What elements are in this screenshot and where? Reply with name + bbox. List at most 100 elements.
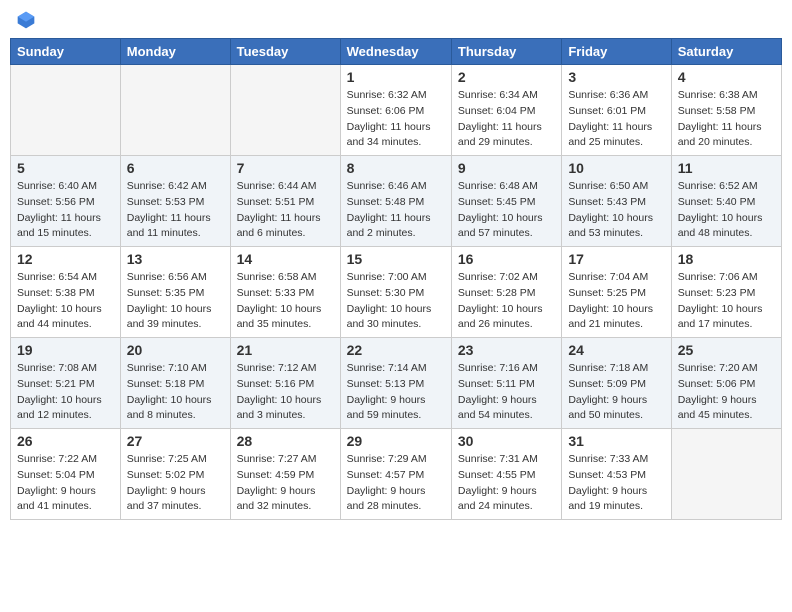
day-number: 28 [237,433,334,449]
day-number: 27 [127,433,224,449]
calendar-cell: 17 Sunrise: 7:04 AM Sunset: 5:25 PM Dayli… [562,247,671,338]
week-row-2: 5 Sunrise: 6:40 AM Sunset: 5:56 PM Daylig… [11,156,782,247]
calendar-cell: 14 Sunrise: 6:58 AM Sunset: 5:33 PM Dayli… [230,247,340,338]
page-header [10,10,782,30]
day-number: 3 [568,69,664,85]
day-info: Sunrise: 6:36 AM Sunset: 6:01 PM Dayligh… [568,88,664,151]
calendar-cell: 25 Sunrise: 7:20 AM Sunset: 5:06 PM Dayli… [671,338,781,429]
day-number: 7 [237,160,334,176]
calendar-cell: 9 Sunrise: 6:48 AM Sunset: 5:45 PM Daylig… [451,156,561,247]
calendar-cell: 31 Sunrise: 7:33 AM Sunset: 4:53 PM Dayli… [562,429,671,520]
calendar-cell: 19 Sunrise: 7:08 AM Sunset: 5:21 PM Dayli… [11,338,121,429]
day-number: 12 [17,251,114,267]
day-number: 14 [237,251,334,267]
calendar-cell: 16 Sunrise: 7:02 AM Sunset: 5:28 PM Dayli… [451,247,561,338]
day-info: Sunrise: 7:29 AM Sunset: 4:57 PM Dayligh… [347,452,445,515]
day-number: 19 [17,342,114,358]
day-number: 18 [678,251,775,267]
day-info: Sunrise: 7:08 AM Sunset: 5:21 PM Dayligh… [17,361,114,424]
day-number: 21 [237,342,334,358]
day-info: Sunrise: 6:48 AM Sunset: 5:45 PM Dayligh… [458,179,555,242]
day-number: 10 [568,160,664,176]
day-number: 1 [347,69,445,85]
calendar-cell: 4 Sunrise: 6:38 AM Sunset: 5:58 PM Daylig… [671,65,781,156]
week-row-5: 26Sunrise: 7:22 AM Sunset: 5:04 PM Dayli… [11,429,782,520]
calendar-cell: 30 Sunrise: 7:31 AM Sunset: 4:55 PM Dayli… [451,429,561,520]
day-number: 13 [127,251,224,267]
day-info: Sunrise: 6:42 AM Sunset: 5:53 PM Dayligh… [127,179,224,242]
calendar-cell: 13 Sunrise: 6:56 AM Sunset: 5:35 PM Dayli… [120,247,230,338]
day-info: Sunrise: 7:16 AM Sunset: 5:11 PM Dayligh… [458,361,555,424]
day-number: 11 [678,160,775,176]
header-wednesday: Wednesday [340,39,451,65]
day-info: Sunrise: 7:12 AM Sunset: 5:16 PM Dayligh… [237,361,334,424]
day-info: Sunrise: 7:04 AM Sunset: 5:25 PM Dayligh… [568,270,664,333]
day-info: Sunrise: 7:25 AM Sunset: 5:02 PM Dayligh… [127,452,224,515]
weekday-header-row: SundayMondayTuesdayWednesdayThursdayFrid… [11,39,782,65]
day-info: Sunrise: 7:33 AM Sunset: 4:53 PM Dayligh… [568,452,664,515]
day-info: Sunrise: 7:31 AM Sunset: 4:55 PM Dayligh… [458,452,555,515]
calendar-cell [671,429,781,520]
day-info: Sunrise: 6:34 AM Sunset: 6:04 PM Dayligh… [458,88,555,151]
day-number: 22 [347,342,445,358]
day-info: Sunrise: 6:54 AM Sunset: 5:38 PM Dayligh… [17,270,114,333]
day-info: Sunrise: 6:38 AM Sunset: 5:58 PM Dayligh… [678,88,775,151]
calendar-cell: 8 Sunrise: 6:46 AM Sunset: 5:48 PM Daylig… [340,156,451,247]
header-friday: Friday [562,39,671,65]
calendar-cell: 27 Sunrise: 7:25 AM Sunset: 5:02 PM Dayli… [120,429,230,520]
day-info: Sunrise: 6:58 AM Sunset: 5:33 PM Dayligh… [237,270,334,333]
day-info: Sunrise: 7:18 AM Sunset: 5:09 PM Dayligh… [568,361,664,424]
week-row-1: 1Sunrise: 6:32 AM Sunset: 6:06 PM Daylig… [11,65,782,156]
day-number: 4 [678,69,775,85]
day-number: 31 [568,433,664,449]
day-info: Sunrise: 6:44 AM Sunset: 5:51 PM Dayligh… [237,179,334,242]
header-tuesday: Tuesday [230,39,340,65]
week-row-4: 19 Sunrise: 7:08 AM Sunset: 5:21 PM Dayli… [11,338,782,429]
day-number: 20 [127,342,224,358]
day-number: 6 [127,160,224,176]
calendar-cell [120,65,230,156]
header-saturday: Saturday [671,39,781,65]
day-number: 30 [458,433,555,449]
calendar-cell: 5 Sunrise: 6:40 AM Sunset: 5:56 PM Daylig… [11,156,121,247]
day-number: 23 [458,342,555,358]
day-info: Sunrise: 7:27 AM Sunset: 4:59 PM Dayligh… [237,452,334,515]
day-number: 17 [568,251,664,267]
day-number: 26 [17,433,114,449]
day-number: 2 [458,69,555,85]
day-info: Sunrise: 7:20 AM Sunset: 5:06 PM Dayligh… [678,361,775,424]
day-info: Sunrise: 7:14 AM Sunset: 5:13 PM Dayligh… [347,361,445,424]
calendar-cell: 18Sunrise: 7:06 AM Sunset: 5:23 PM Dayli… [671,247,781,338]
day-info: Sunrise: 6:46 AM Sunset: 5:48 PM Dayligh… [347,179,445,242]
day-number: 16 [458,251,555,267]
logo [14,10,36,30]
calendar-cell: 15 Sunrise: 7:00 AM Sunset: 5:30 PM Dayli… [340,247,451,338]
day-info: Sunrise: 6:50 AM Sunset: 5:43 PM Dayligh… [568,179,664,242]
calendar-cell: 21 Sunrise: 7:12 AM Sunset: 5:16 PM Dayli… [230,338,340,429]
calendar-cell: 6 Sunrise: 6:42 AM Sunset: 5:53 PM Daylig… [120,156,230,247]
calendar-cell: 28 Sunrise: 7:27 AM Sunset: 4:59 PM Dayli… [230,429,340,520]
calendar-cell: 20Sunrise: 7:10 AM Sunset: 5:18 PM Dayli… [120,338,230,429]
day-info: Sunrise: 6:56 AM Sunset: 5:35 PM Dayligh… [127,270,224,333]
calendar-cell [11,65,121,156]
calendar-table: SundayMondayTuesdayWednesdayThursdayFrid… [10,38,782,520]
day-info: Sunrise: 6:52 AM Sunset: 5:40 PM Dayligh… [678,179,775,242]
day-number: 8 [347,160,445,176]
day-info: Sunrise: 7:02 AM Sunset: 5:28 PM Dayligh… [458,270,555,333]
logo-icon [16,10,36,30]
day-number: 25 [678,342,775,358]
calendar-cell: 12 Sunrise: 6:54 AM Sunset: 5:38 PM Dayli… [11,247,121,338]
day-info: Sunrise: 7:00 AM Sunset: 5:30 PM Dayligh… [347,270,445,333]
calendar-cell: 7 Sunrise: 6:44 AM Sunset: 5:51 PM Daylig… [230,156,340,247]
day-info: Sunrise: 6:40 AM Sunset: 5:56 PM Dayligh… [17,179,114,242]
calendar-cell: 11 Sunrise: 6:52 AM Sunset: 5:40 PM Dayli… [671,156,781,247]
day-number: 9 [458,160,555,176]
calendar-cell: 24Sunrise: 7:18 AM Sunset: 5:09 PM Dayli… [562,338,671,429]
day-number: 15 [347,251,445,267]
calendar-cell: 29Sunrise: 7:29 AM Sunset: 4:57 PM Dayli… [340,429,451,520]
day-number: 5 [17,160,114,176]
calendar-cell: 2 Sunrise: 6:34 AM Sunset: 6:04 PM Daylig… [451,65,561,156]
header-sunday: Sunday [11,39,121,65]
calendar-cell: 23 Sunrise: 7:16 AM Sunset: 5:11 PM Dayli… [451,338,561,429]
calendar-cell: 10 Sunrise: 6:50 AM Sunset: 5:43 PM Dayli… [562,156,671,247]
